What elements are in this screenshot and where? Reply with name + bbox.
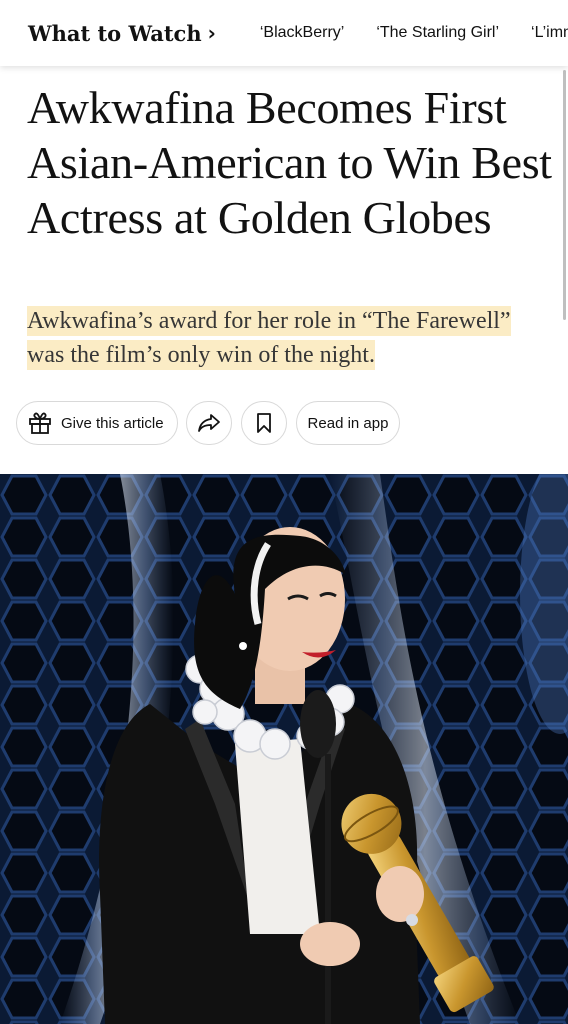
section-nav-bar: What to Watch › ‘BlackBerry’ ‘The Starli… — [0, 0, 568, 66]
article-headline: Awkwafina Becomes First Asian-American t… — [27, 82, 552, 243]
article-summary: Awkwafina’s award for her role in “The F… — [27, 304, 547, 372]
give-article-button[interactable]: Give this article — [16, 401, 178, 445]
article-summary-text: Awkwafina’s award for her role in “The F… — [27, 306, 511, 370]
save-button[interactable] — [241, 401, 287, 445]
nav-title-label: What to Watch — [28, 20, 202, 46]
share-icon — [197, 412, 221, 434]
give-article-label: Give this article — [61, 414, 164, 432]
what-to-watch-link[interactable]: What to Watch › — [28, 21, 216, 46]
article-photo — [0, 474, 568, 1024]
nav-link-blackberry[interactable]: ‘BlackBerry’ — [260, 24, 344, 42]
page-scrollbar[interactable] — [563, 70, 566, 320]
chevron-right-icon: › — [207, 21, 216, 45]
nav-link-limmensita[interactable]: ‘L’immensità’ — [531, 24, 568, 42]
read-in-app-label: Read in app — [307, 414, 389, 432]
share-button[interactable] — [186, 401, 232, 445]
nav-link-starling-girl[interactable]: ‘The Starling Girl’ — [376, 24, 499, 42]
bookmark-icon — [256, 412, 272, 434]
gift-icon — [27, 410, 53, 436]
read-in-app-button[interactable]: Read in app — [296, 401, 400, 445]
